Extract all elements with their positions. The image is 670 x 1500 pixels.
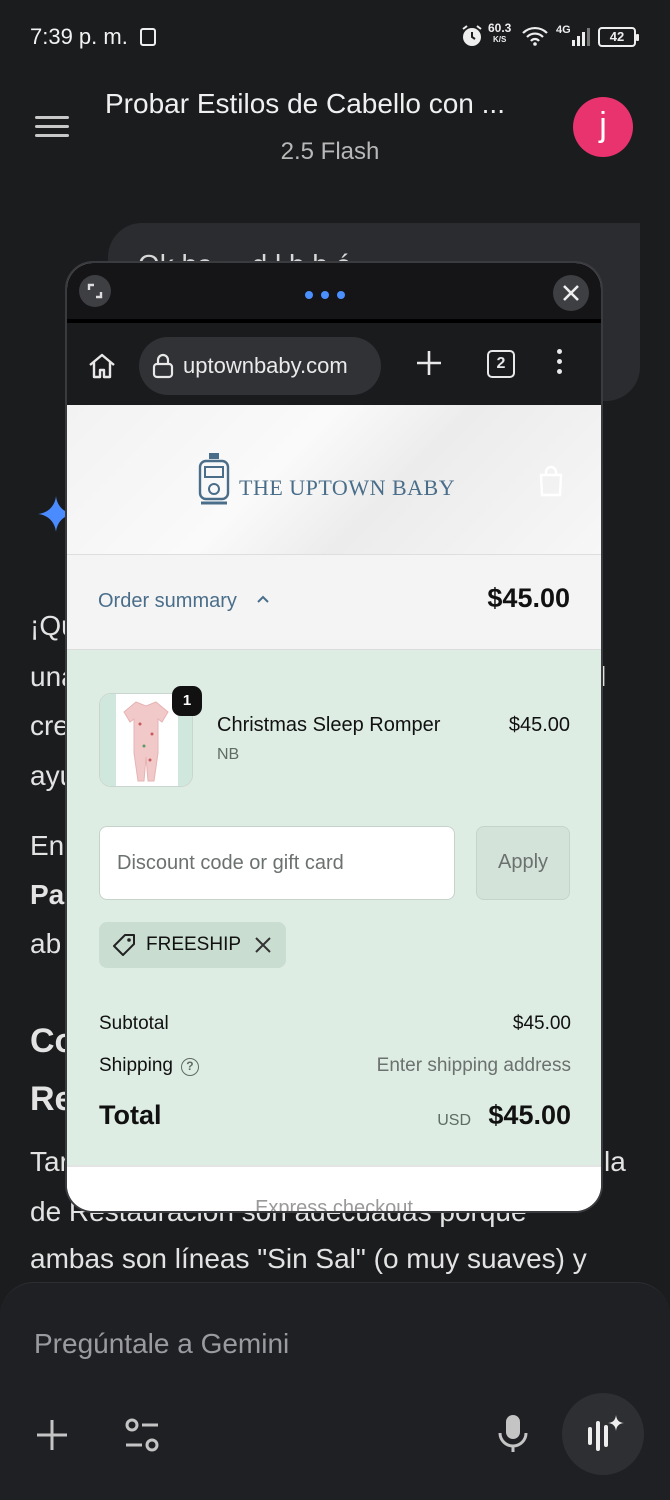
response-line: En <box>30 830 65 861</box>
help-icon[interactable]: ? <box>180 1058 199 1076</box>
expand-button[interactable] <box>79 275 111 307</box>
quantity-badge: 1 <box>172 686 202 716</box>
shopping-bag-icon[interactable] <box>537 465 565 497</box>
store-name[interactable]: THE UPTOWN BABY <box>239 475 455 501</box>
close-button[interactable] <box>553 275 589 311</box>
lock-icon[interactable] <box>151 353 175 379</box>
response-line: Pa <box>30 879 65 910</box>
new-tab-icon[interactable] <box>415 349 443 377</box>
product-price: $45.00 <box>508 714 570 736</box>
shipping-label: Shipping <box>99 1055 173 1076</box>
expand-icon <box>87 283 103 299</box>
sim-icon <box>140 28 156 46</box>
subtotal-row: Subtotal $45.00 <box>99 1013 571 1035</box>
shipping-row: Shipping? Enter shipping address <box>99 1055 571 1077</box>
product-variant: NB <box>217 746 240 763</box>
status-bar: 7:39 p. m. 60.3 K/S 4G 42 <box>0 0 670 78</box>
add-icon[interactable] <box>34 1417 70 1453</box>
microphone-icon[interactable] <box>496 1413 530 1453</box>
tab-switcher[interactable]: 2 <box>487 350 515 378</box>
tag-icon <box>113 934 135 956</box>
discount-placeholder: Discount code or gift card <box>117 852 344 874</box>
live-button[interactable] <box>562 1393 644 1475</box>
express-checkout-section: Express checkout <box>67 1165 601 1211</box>
wifi-icon <box>522 26 548 46</box>
applied-discount-tag: FREESHIP <box>99 922 286 968</box>
battery-icon: 42 <box>598 27 639 47</box>
prompt-input[interactable]: Pregúntale a Gemini <box>34 1328 289 1360</box>
product-name: Christmas Sleep Romper <box>217 714 441 736</box>
subtotal-value: $45.00 <box>512 1013 571 1034</box>
prompt-panel: Pregúntale a Gemini <box>0 1282 670 1500</box>
avatar[interactable]: j <box>573 97 633 157</box>
remove-discount-icon[interactable] <box>253 935 273 955</box>
home-icon[interactable] <box>87 351 117 381</box>
drag-handle-dots[interactable] <box>305 286 365 299</box>
chevron-up-icon[interactable] <box>255 591 271 607</box>
signal-icon <box>572 28 590 46</box>
response-line: Tar <box>30 1146 69 1177</box>
url-bar[interactable]: uptownbaby.com <box>139 337 381 395</box>
shipping-value: Enter shipping address <box>376 1055 571 1076</box>
order-details: 1 Christmas Sleep Romper NB $45.00 Disco… <box>67 650 601 1165</box>
currency-code: USD <box>437 1112 471 1129</box>
apply-button[interactable]: Apply <box>476 826 570 900</box>
network-type: 4G <box>556 24 571 36</box>
response-line: la <box>604 1146 626 1177</box>
store-logo-icon[interactable] <box>197 451 231 509</box>
response-line: ab <box>30 928 62 959</box>
total-label: Total <box>99 1100 162 1130</box>
status-time: 7:39 p. m. <box>30 24 128 49</box>
bubble-handle[interactable] <box>67 263 601 319</box>
close-icon <box>563 285 579 301</box>
live-icon <box>588 1415 624 1451</box>
browser-bubble: uptownbaby.com 2 THE UPTOWN BABY Order s… <box>67 263 601 1211</box>
browser-toolbar: uptownbaby.com 2 <box>67 319 601 405</box>
applied-discount-code: FREESHIP <box>146 934 242 955</box>
response-line: cre <box>30 710 69 741</box>
more-options-icon[interactable] <box>551 349 567 379</box>
menu-icon[interactable] <box>35 116 69 140</box>
store-header: THE UPTOWN BABY <box>67 405 601 555</box>
response-line: ambas son líneas "Sin Sal" (o muy suaves… <box>30 1243 587 1274</box>
chat-title[interactable]: Probar Estilos de Cabello con ... <box>105 88 505 120</box>
tools-icon[interactable] <box>122 1415 162 1455</box>
order-summary-label[interactable]: Order summary <box>98 590 237 613</box>
model-selector[interactable]: 2.5 Flash <box>0 138 660 166</box>
order-summary-amount: $45.00 <box>487 583 570 613</box>
alarm-icon <box>462 25 482 46</box>
discount-code-input[interactable]: Discount code or gift card <box>99 826 455 900</box>
express-checkout-label: Express checkout <box>255 1197 413 1211</box>
network-speed: 60.3 K/S <box>488 21 512 44</box>
app-header: Probar Estilos de Cabello con ... 2.5 Fl… <box>0 78 670 188</box>
order-summary-toggle[interactable]: Order summary $45.00 <box>67 555 601 650</box>
total-value: $45.00 <box>488 1100 571 1130</box>
subtotal-label: Subtotal <box>99 1013 169 1034</box>
url-text[interactable]: uptownbaby.com <box>183 353 348 379</box>
